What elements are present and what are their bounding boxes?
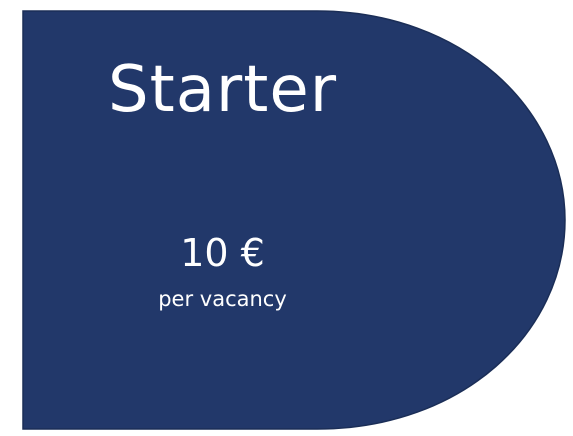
- plan-price-unit: per vacancy: [158, 287, 287, 311]
- plan-title: Starter: [107, 53, 338, 127]
- plan-price: 10 €: [180, 231, 265, 275]
- pricing-canvas: Starter 10 € per vacancy: [0, 0, 573, 436]
